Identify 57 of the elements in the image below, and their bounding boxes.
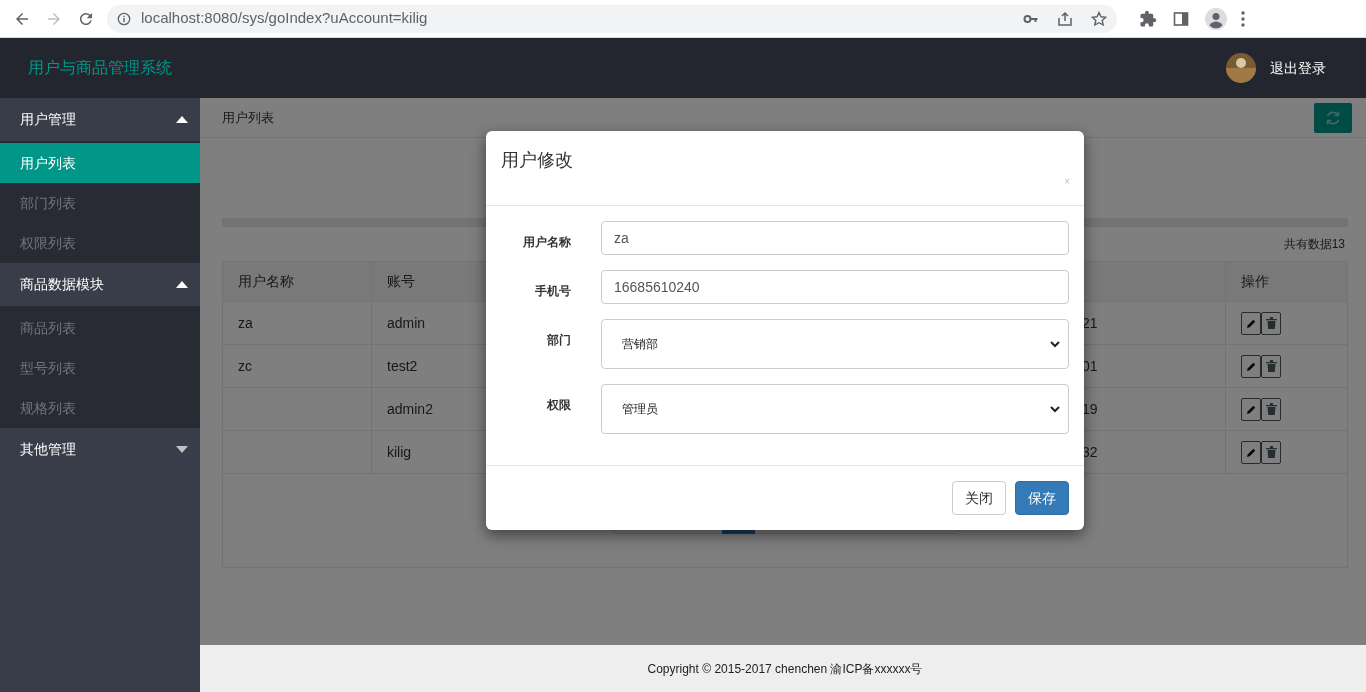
edit-button[interactable] bbox=[1241, 354, 1261, 378]
edit-button[interactable] bbox=[1241, 397, 1261, 421]
column-header: 账号 bbox=[387, 272, 415, 291]
pencil-icon bbox=[1245, 360, 1257, 372]
copyright-text: Copyright © 2015-2017 chenchen 渝ICP备xxxxxx号 bbox=[647, 660, 923, 678]
table-cell-text: za bbox=[238, 313, 253, 333]
avatar[interactable] bbox=[1226, 53, 1256, 83]
info-icon bbox=[117, 11, 131, 26]
text-field[interactable]: za bbox=[601, 221, 1069, 255]
text-field[interactable]: 16685610240 bbox=[601, 270, 1069, 304]
star-icon[interactable] bbox=[1091, 10, 1107, 27]
pencil-icon bbox=[1245, 403, 1257, 415]
close-button[interactable]: 关闭 bbox=[952, 481, 1006, 515]
pencil-icon bbox=[1245, 446, 1257, 458]
dropdown-select[interactable]: 管理员 bbox=[601, 384, 1069, 434]
refresh-button[interactable] bbox=[1314, 102, 1352, 133]
logout-link[interactable]: 退出登录 bbox=[1270, 57, 1326, 79]
trash-icon bbox=[1265, 403, 1277, 415]
pencil-icon bbox=[1245, 317, 1257, 329]
total-count: 共有数据13 bbox=[1283, 236, 1345, 253]
trash-icon bbox=[1265, 317, 1277, 329]
delete-button[interactable] bbox=[1261, 311, 1281, 335]
table-cell-text: zc bbox=[238, 356, 252, 376]
trash-icon bbox=[1265, 360, 1277, 372]
chevron-down-icon bbox=[1050, 405, 1060, 413]
field-label: 手机号 bbox=[535, 284, 571, 298]
address-bar[interactable]: localhost:8080/sys/goIndex?uAccount=kilig bbox=[107, 4, 1117, 33]
trash-icon bbox=[1265, 446, 1277, 458]
field-label: 用户名称 bbox=[523, 235, 571, 249]
edit-button[interactable] bbox=[1241, 440, 1261, 464]
app-title: 用户与商品管理系统 bbox=[28, 58, 172, 78]
delete-button[interactable] bbox=[1261, 397, 1281, 421]
sidebar-item[interactable]: 用户列表 bbox=[0, 143, 200, 183]
profile-icon[interactable] bbox=[1205, 7, 1227, 30]
refresh-icon bbox=[1325, 109, 1341, 126]
share-icon[interactable] bbox=[1057, 10, 1073, 27]
table-cell-text: admin2 bbox=[387, 399, 433, 419]
column-header: 操作 bbox=[1241, 272, 1269, 291]
field-label: 权限 bbox=[547, 398, 571, 412]
table-cell-text: 19 bbox=[1082, 399, 1098, 419]
edit-button[interactable] bbox=[1241, 311, 1261, 335]
field-label: 部门 bbox=[547, 333, 571, 347]
dialog-title: 用户修改 bbox=[501, 149, 573, 172]
menu-icon[interactable] bbox=[1241, 10, 1245, 27]
delete-button[interactable] bbox=[1261, 440, 1281, 464]
delete-button[interactable] bbox=[1261, 354, 1281, 378]
url-text: localhost:8080/sys/goIndex?uAccount=kilig bbox=[141, 8, 428, 29]
breadcrumb: 用户列表 bbox=[222, 108, 274, 127]
dropdown-select[interactable]: 营销部 bbox=[601, 319, 1069, 369]
side-panel-icon[interactable] bbox=[1173, 10, 1189, 27]
save-button[interactable]: 保存 bbox=[1015, 481, 1069, 515]
table-cell-text: admin bbox=[387, 313, 426, 333]
table-cell-text: kilig bbox=[387, 442, 412, 462]
chevron-down-icon bbox=[1050, 340, 1060, 348]
column-header: 用户名称 bbox=[238, 272, 294, 291]
table-cell-text: test2 bbox=[387, 356, 418, 376]
extensions-icon[interactable] bbox=[1139, 9, 1157, 28]
